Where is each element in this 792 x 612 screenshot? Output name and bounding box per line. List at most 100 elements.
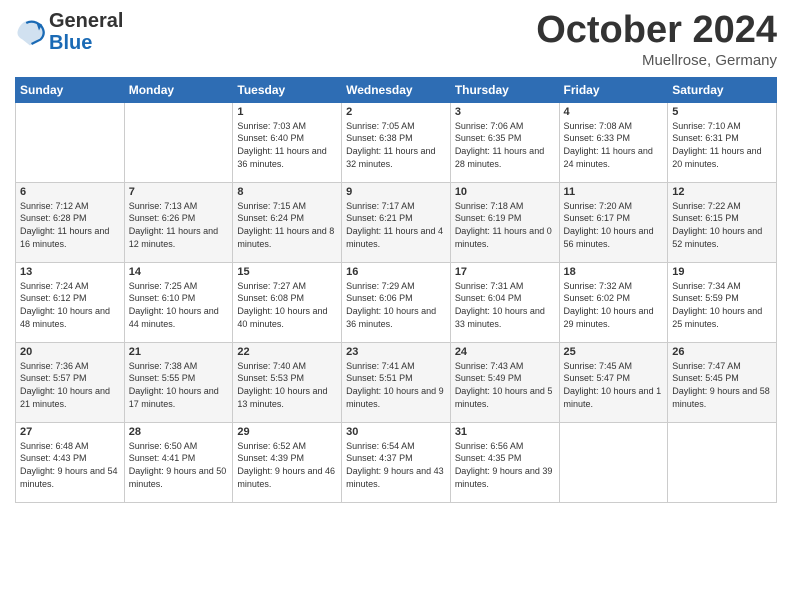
day-info: Sunrise: 7:17 AM Sunset: 6:21 PM Dayligh… [346, 200, 446, 250]
week-row-2: 6 Sunrise: 7:12 AM Sunset: 6:28 PM Daylig… [16, 182, 777, 262]
header-day-wednesday: Wednesday [342, 77, 451, 102]
calendar-header: SundayMondayTuesdayWednesdayThursdayFrid… [16, 77, 777, 102]
day-info: Sunrise: 7:15 AM Sunset: 6:24 PM Dayligh… [237, 200, 337, 250]
calendar-cell: 28 Sunrise: 6:50 AM Sunset: 4:41 PM Dayli… [124, 422, 233, 502]
calendar-cell: 11 Sunrise: 7:20 AM Sunset: 6:17 PM Dayli… [559, 182, 668, 262]
calendar-cell: 22 Sunrise: 7:40 AM Sunset: 5:53 PM Dayli… [233, 342, 342, 422]
day-number: 16 [346, 266, 446, 278]
calendar-cell [559, 422, 668, 502]
calendar-cell: 24 Sunrise: 7:43 AM Sunset: 5:49 PM Dayli… [450, 342, 559, 422]
day-info: Sunrise: 7:22 AM Sunset: 6:15 PM Dayligh… [672, 200, 772, 250]
calendar-cell: 16 Sunrise: 7:29 AM Sunset: 6:06 PM Dayli… [342, 262, 451, 342]
calendar-cell: 21 Sunrise: 7:38 AM Sunset: 5:55 PM Dayli… [124, 342, 233, 422]
day-info: Sunrise: 7:41 AM Sunset: 5:51 PM Dayligh… [346, 360, 446, 410]
day-info: Sunrise: 7:36 AM Sunset: 5:57 PM Dayligh… [20, 360, 120, 410]
calendar-cell: 17 Sunrise: 7:31 AM Sunset: 6:04 PM Dayli… [450, 262, 559, 342]
calendar-cell: 6 Sunrise: 7:12 AM Sunset: 6:28 PM Daylig… [16, 182, 125, 262]
day-number: 6 [20, 186, 120, 198]
calendar-cell: 26 Sunrise: 7:47 AM Sunset: 5:45 PM Dayli… [668, 342, 777, 422]
day-number: 28 [129, 426, 229, 438]
day-number: 31 [455, 426, 555, 438]
day-info: Sunrise: 7:45 AM Sunset: 5:47 PM Dayligh… [564, 360, 664, 410]
day-number: 24 [455, 346, 555, 358]
calendar-cell [16, 102, 125, 182]
day-info: Sunrise: 7:18 AM Sunset: 6:19 PM Dayligh… [455, 200, 555, 250]
day-number: 7 [129, 186, 229, 198]
calendar-cell: 30Sunrise: 6:54 AM Sunset: 4:37 PM Dayli… [342, 422, 451, 502]
logo-icon [15, 17, 45, 47]
header-day-tuesday: Tuesday [233, 77, 342, 102]
day-number: 17 [455, 266, 555, 278]
week-row-3: 13Sunrise: 7:24 AM Sunset: 6:12 PM Dayli… [16, 262, 777, 342]
page: General Blue October 2024 Muellrose, Ger… [0, 0, 792, 612]
day-number: 27 [20, 426, 120, 438]
logo-blue: Blue [49, 32, 123, 54]
day-number: 26 [672, 346, 772, 358]
day-number: 15 [237, 266, 337, 278]
header: General Blue October 2024 Muellrose, Ger… [15, 10, 777, 69]
calendar-cell: 10 Sunrise: 7:18 AM Sunset: 6:19 PM Dayli… [450, 182, 559, 262]
calendar-cell: 12Sunrise: 7:22 AM Sunset: 6:15 PM Dayli… [668, 182, 777, 262]
calendar-body: 1 Sunrise: 7:03 AM Sunset: 6:40 PM Daylig… [16, 102, 777, 502]
day-info: Sunrise: 7:05 AM Sunset: 6:38 PM Dayligh… [346, 120, 446, 170]
day-number: 19 [672, 266, 772, 278]
week-row-4: 20 Sunrise: 7:36 AM Sunset: 5:57 PM Dayli… [16, 342, 777, 422]
day-number: 20 [20, 346, 120, 358]
day-number: 23 [346, 346, 446, 358]
day-number: 22 [237, 346, 337, 358]
day-number: 8 [237, 186, 337, 198]
day-info: Sunrise: 7:10 AM Sunset: 6:31 PM Dayligh… [672, 120, 772, 170]
day-info: Sunrise: 6:56 AM Sunset: 4:35 PM Dayligh… [455, 440, 555, 490]
calendar-cell [124, 102, 233, 182]
day-number: 11 [564, 186, 664, 198]
calendar-cell: 15Sunrise: 7:27 AM Sunset: 6:08 PM Dayli… [233, 262, 342, 342]
day-number: 1 [237, 106, 337, 118]
calendar-cell: 9Sunrise: 7:17 AM Sunset: 6:21 PM Daylig… [342, 182, 451, 262]
day-info: Sunrise: 7:43 AM Sunset: 5:49 PM Dayligh… [455, 360, 555, 410]
month-title: October 2024 [536, 10, 777, 52]
day-info: Sunrise: 7:25 AM Sunset: 6:10 PM Dayligh… [129, 280, 229, 330]
day-info: Sunrise: 7:06 AM Sunset: 6:35 PM Dayligh… [455, 120, 555, 170]
day-info: Sunrise: 7:13 AM Sunset: 6:26 PM Dayligh… [129, 200, 229, 250]
day-info: Sunrise: 7:29 AM Sunset: 6:06 PM Dayligh… [346, 280, 446, 330]
day-info: Sunrise: 7:20 AM Sunset: 6:17 PM Dayligh… [564, 200, 664, 250]
logo-text: General Blue [49, 10, 123, 54]
calendar-cell [668, 422, 777, 502]
day-info: Sunrise: 7:32 AM Sunset: 6:02 PM Dayligh… [564, 280, 664, 330]
week-row-5: 27 Sunrise: 6:48 AM Sunset: 4:43 PM Dayli… [16, 422, 777, 502]
day-info: Sunrise: 7:03 AM Sunset: 6:40 PM Dayligh… [237, 120, 337, 170]
title-area: October 2024 Muellrose, Germany [536, 10, 777, 69]
day-number: 5 [672, 106, 772, 118]
calendar-cell: 5 Sunrise: 7:10 AM Sunset: 6:31 PM Daylig… [668, 102, 777, 182]
header-day-thursday: Thursday [450, 77, 559, 102]
day-number: 10 [455, 186, 555, 198]
calendar-cell: 20 Sunrise: 7:36 AM Sunset: 5:57 PM Dayli… [16, 342, 125, 422]
day-info: Sunrise: 6:48 AM Sunset: 4:43 PM Dayligh… [20, 440, 120, 490]
calendar-cell: 14 Sunrise: 7:25 AM Sunset: 6:10 PM Dayli… [124, 262, 233, 342]
calendar-cell: 7 Sunrise: 7:13 AM Sunset: 6:26 PM Daylig… [124, 182, 233, 262]
day-info: Sunrise: 7:40 AM Sunset: 5:53 PM Dayligh… [237, 360, 337, 410]
day-info: Sunrise: 7:38 AM Sunset: 5:55 PM Dayligh… [129, 360, 229, 410]
calendar-table: SundayMondayTuesdayWednesdayThursdayFrid… [15, 77, 777, 503]
logo-general: General [49, 10, 123, 32]
day-number: 21 [129, 346, 229, 358]
day-info: Sunrise: 6:50 AM Sunset: 4:41 PM Dayligh… [129, 440, 229, 490]
day-info: Sunrise: 7:12 AM Sunset: 6:28 PM Dayligh… [20, 200, 120, 250]
header-day-friday: Friday [559, 77, 668, 102]
day-number: 30 [346, 426, 446, 438]
day-info: Sunrise: 7:08 AM Sunset: 6:33 PM Dayligh… [564, 120, 664, 170]
calendar-cell: 3Sunrise: 7:06 AM Sunset: 6:35 PM Daylig… [450, 102, 559, 182]
day-info: Sunrise: 7:47 AM Sunset: 5:45 PM Dayligh… [672, 360, 772, 410]
calendar-cell: 31 Sunrise: 6:56 AM Sunset: 4:35 PM Dayli… [450, 422, 559, 502]
day-number: 4 [564, 106, 664, 118]
header-day-saturday: Saturday [668, 77, 777, 102]
day-info: Sunrise: 7:31 AM Sunset: 6:04 PM Dayligh… [455, 280, 555, 330]
day-number: 25 [564, 346, 664, 358]
calendar-cell: 23 Sunrise: 7:41 AM Sunset: 5:51 PM Dayli… [342, 342, 451, 422]
calendar-cell: 27 Sunrise: 6:48 AM Sunset: 4:43 PM Dayli… [16, 422, 125, 502]
header-day-sunday: Sunday [16, 77, 125, 102]
calendar-cell: 2Sunrise: 7:05 AM Sunset: 6:38 PM Daylig… [342, 102, 451, 182]
header-row: SundayMondayTuesdayWednesdayThursdayFrid… [16, 77, 777, 102]
calendar-cell: 1 Sunrise: 7:03 AM Sunset: 6:40 PM Daylig… [233, 102, 342, 182]
day-number: 14 [129, 266, 229, 278]
